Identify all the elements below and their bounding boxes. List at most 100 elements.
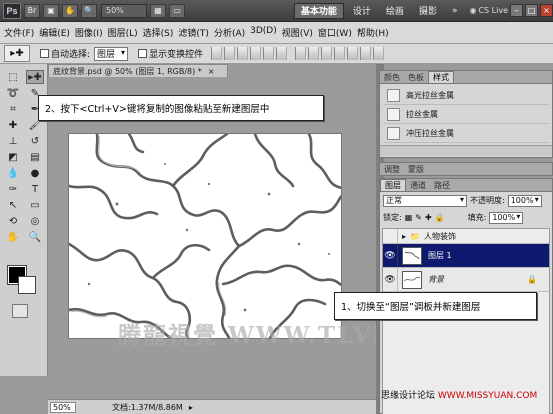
distribute-top-icon[interactable] [295, 47, 307, 60]
menu-help[interactable]: 帮助(H) [357, 26, 389, 39]
color-wells[interactable] [7, 265, 40, 296]
move-tool-icon[interactable]: ▸✚ [26, 70, 44, 84]
status-menu-arrow-icon[interactable]: ▸ [189, 403, 193, 412]
arrange-icon[interactable]: ▦ [150, 3, 166, 18]
shape-tool-icon[interactable]: ▭ [26, 198, 44, 212]
hand-tool-icon[interactable]: ✋ [4, 230, 22, 244]
healing-tool-icon[interactable]: ✚ [4, 118, 22, 132]
tab-layers[interactable]: 图层 [380, 179, 406, 191]
close-button[interactable]: × [540, 4, 553, 17]
bridge-icon[interactable]: Br [24, 3, 40, 18]
eraser-tool-icon[interactable]: ◩ [4, 150, 22, 164]
lock-paint-icon[interactable]: ✎ [415, 213, 422, 222]
align-vcenter-icon[interactable] [224, 47, 236, 60]
document-canvas[interactable] [68, 133, 342, 339]
distribute-right-icon[interactable] [360, 47, 372, 60]
workspace-essentials[interactable]: 基本功能 [293, 2, 344, 19]
type-tool-icon[interactable]: T [26, 182, 44, 196]
align-hcenter-icon[interactable] [263, 47, 275, 60]
menu-filter[interactable]: 滤镜(T) [178, 26, 209, 39]
3d-orbit-tool-icon[interactable]: ◎ [26, 214, 44, 228]
menu-file[interactable]: 文件(F) [4, 26, 34, 39]
tab-styles[interactable]: 样式 [428, 71, 454, 83]
blend-mode-select[interactable]: 正常 [383, 194, 467, 207]
gradient-tool-icon[interactable]: ▤ [26, 150, 44, 164]
tab-adjustments[interactable]: 调整 [380, 163, 404, 175]
zoom-tool-icon[interactable]: 🔍 [26, 230, 44, 244]
eye-icon[interactable]: 👁 [383, 244, 398, 267]
tab-swatches[interactable]: 色板 [404, 71, 428, 83]
align-top-icon[interactable] [211, 47, 223, 60]
document-tab[interactable]: 底纹背景.psd @ 50% (图层 1, RGB/8) * × [48, 64, 228, 77]
history-brush-tool-icon[interactable]: ↺ [26, 134, 44, 148]
screen-mode-icon[interactable]: ▭ [169, 3, 185, 18]
path-select-tool-icon[interactable]: ↖ [4, 198, 22, 212]
opacity-field[interactable]: 100% [507, 194, 542, 207]
auto-select-option[interactable]: 自动选择: 图层 [40, 46, 129, 61]
menu-layer[interactable]: 图层(L) [108, 26, 138, 39]
distribute-hcenter-icon[interactable] [347, 47, 359, 60]
minimize-button[interactable]: – [510, 4, 523, 17]
lock-position-icon[interactable]: ✚ [425, 213, 432, 222]
zoom-level-select[interactable]: 50% [101, 3, 147, 18]
visibility-empty-icon[interactable] [383, 229, 398, 243]
layer-row-selected[interactable]: 👁 图层 1 [383, 244, 549, 268]
menu-view[interactable]: 视图(V) [282, 26, 313, 39]
3d-rotate-tool-icon[interactable]: ⟲ [4, 214, 22, 228]
distribute-bottom-icon[interactable] [321, 47, 333, 60]
maximize-button[interactable]: □ [525, 4, 538, 17]
style-item[interactable]: 冲压拉丝金属 [383, 124, 549, 143]
dodge-tool-icon[interactable]: ● [26, 166, 44, 180]
cs-live[interactable]: ◉ CS Live [469, 6, 508, 15]
fill-field[interactable]: 100% [489, 211, 524, 224]
menu-edit[interactable]: 编辑(E) [39, 26, 70, 39]
move-tool-preset-icon[interactable]: ▸✚ [4, 45, 30, 62]
expand-arrow-icon[interactable]: ▸ [402, 232, 406, 241]
clone-stamp-tool-icon[interactable]: ⊥ [4, 134, 22, 148]
zoom-icon[interactable]: 🔍 [81, 3, 97, 18]
align-left-icon[interactable] [250, 47, 262, 60]
workspace-design[interactable]: 设计 [347, 3, 377, 19]
document-tab-close-icon[interactable]: × [208, 67, 215, 76]
style-item[interactable]: 拉丝金属 [383, 105, 549, 124]
show-transform-checkbox[interactable] [138, 49, 148, 58]
menu-3d[interactable]: 3D(D) [250, 26, 277, 39]
tab-channels[interactable]: 通道 [406, 179, 430, 191]
layer-row-group[interactable]: ▸ 📁 人物装饰 [383, 229, 549, 244]
workspace-more[interactable]: » [446, 3, 464, 19]
tab-paths[interactable]: 路径 [430, 179, 454, 191]
distribute-vcenter-icon[interactable] [308, 47, 320, 60]
blur-tool-icon[interactable]: 💧 [4, 166, 22, 180]
show-transform-option[interactable]: 显示变换控件 [138, 47, 203, 60]
lock-all-icon[interactable]: 🔒 [435, 213, 445, 222]
crop-tool-icon[interactable]: ⌗ [4, 102, 22, 116]
style-item-label: 冲压拉丝金属 [406, 128, 454, 138]
menu-image[interactable]: 图像(I) [75, 26, 103, 39]
app-bar: Ps Br ▣ ✋ 🔍 50% ▦ ▭ 基本功能 设计 绘画 摄影 » ◉ CS … [0, 0, 553, 22]
tab-color[interactable]: 颜色 [380, 71, 404, 83]
quick-mask-icon[interactable] [12, 304, 28, 318]
lasso-tool-icon[interactable]: ➰ [4, 86, 22, 100]
mini-bridge-icon[interactable]: ▣ [43, 3, 59, 18]
hand-icon[interactable]: ✋ [62, 3, 78, 18]
align-right-icon[interactable] [276, 47, 288, 60]
pen-tool-icon[interactable]: ✑ [4, 182, 22, 196]
marquee-tool-icon[interactable]: ⬚ [4, 70, 22, 84]
workspace-painting[interactable]: 绘画 [380, 3, 410, 19]
menu-analysis[interactable]: 分析(A) [214, 26, 245, 39]
style-item[interactable]: 高光拉丝金属 [383, 86, 549, 105]
auto-align-icon[interactable] [373, 47, 385, 60]
eye-icon[interactable]: 👁 [383, 268, 398, 291]
align-bottom-icon[interactable] [237, 47, 249, 60]
layer-row-background[interactable]: 👁 背景 🔒 [383, 268, 549, 292]
tab-masks[interactable]: 蒙版 [404, 163, 428, 175]
menu-window[interactable]: 窗口(W) [318, 26, 352, 39]
menu-select[interactable]: 选择(S) [143, 26, 174, 39]
auto-select-dropdown[interactable]: 图层 [94, 46, 129, 61]
distribute-left-icon[interactable] [334, 47, 346, 60]
status-zoom-field[interactable]: 50% [50, 401, 76, 413]
background-color-swatch[interactable] [18, 276, 36, 294]
workspace-photography[interactable]: 摄影 [413, 3, 443, 19]
lock-transparency-icon[interactable]: ▦ [405, 213, 413, 222]
auto-select-checkbox[interactable] [40, 49, 49, 58]
